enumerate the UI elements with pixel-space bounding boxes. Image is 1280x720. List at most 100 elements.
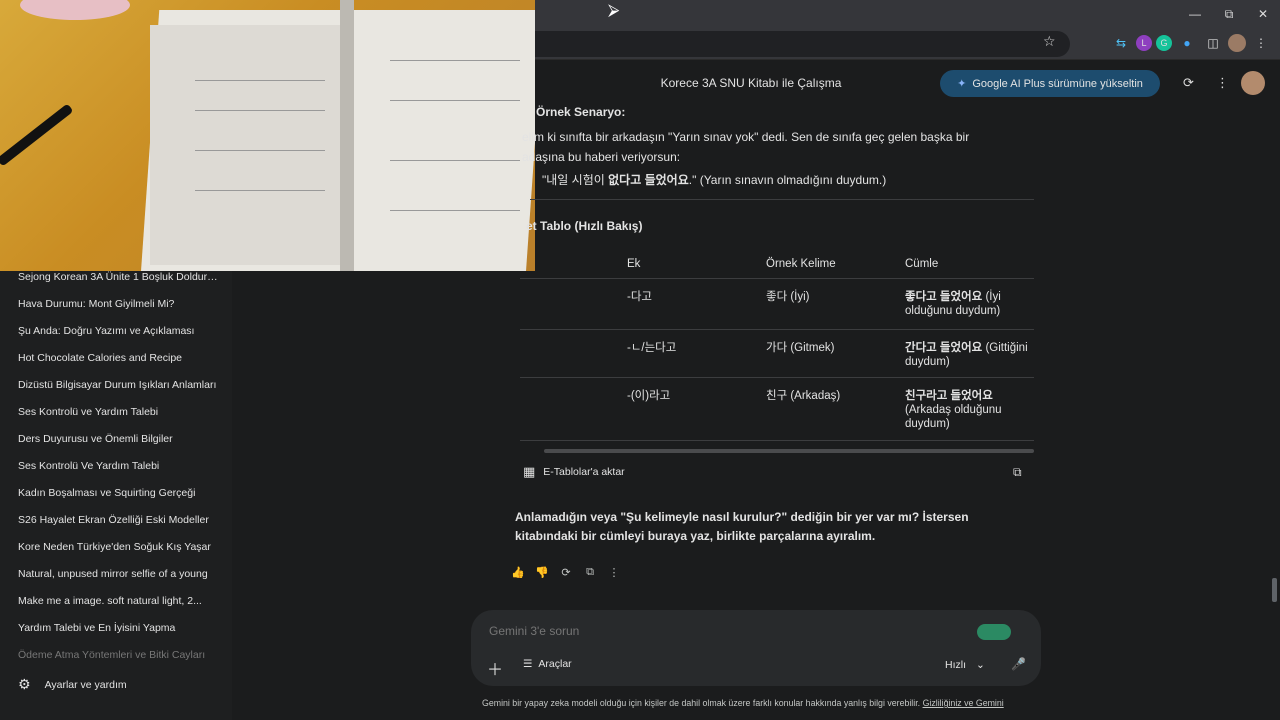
quote-post: ." (Yarın sınavın olmadığını duydum.) xyxy=(688,173,887,187)
sidebar-item-chat[interactable]: Ses Kontrolü ve Yardım Talebi xyxy=(18,401,218,423)
table-cell xyxy=(520,277,627,329)
export-label: E-Tablolar'a aktar xyxy=(543,466,625,478)
extension-translate-icon[interactable]: ⇆ xyxy=(1110,32,1132,54)
sidebar-item-chat[interactable]: Hot Chocolate Calories and Recipe xyxy=(18,347,218,369)
upgrade-button[interactable]: ✦ Google AI Plus sürümüne yükseltin xyxy=(940,70,1160,97)
restore-icon[interactable]: ⧉ xyxy=(1212,0,1246,28)
sliders-icon: ☰ xyxy=(523,658,533,670)
sidebar-item-chat[interactable]: S26 Hayalet Ekran Özelliği Eski Modeller xyxy=(18,509,218,531)
followup-question: Anlamadığın veya "Şu kelimeyle nasıl kur… xyxy=(515,510,969,543)
quote-pre: "내일 시험이 xyxy=(542,173,609,187)
page-line xyxy=(195,190,325,191)
privacy-link[interactable]: Gizliliğiniz ve Gemini xyxy=(923,698,1004,708)
sidebar-item-chat[interactable]: Kadın Boşalması ve Squirting Gerçeği xyxy=(18,482,218,504)
grammarly-badge-icon[interactable] xyxy=(977,624,1011,640)
close-icon[interactable]: ✕ xyxy=(1246,0,1280,28)
scenario-text: elim ki sınıfta bir arkadaşın "Yarın sın… xyxy=(522,130,970,164)
sentence-bold: 좋다고 들었어요 xyxy=(905,290,983,303)
table-heading: et Tablo (Hızlı Bakış) xyxy=(526,219,643,233)
table-cell: -다고 xyxy=(627,277,766,329)
video-overlay xyxy=(0,0,535,271)
disclaimer-text: Gemini bir yapay zeka modeli olduğu için… xyxy=(482,698,921,708)
extension-purple-icon[interactable]: L xyxy=(1136,35,1152,51)
sidebar-item-chat[interactable]: Yardım Talebi ve En İyisini Yapma xyxy=(18,617,218,639)
sidebar-item-chat[interactable]: Dizüstü Bilgisayar Durum Işıkları Anlaml… xyxy=(18,374,218,396)
table-scrollbar[interactable] xyxy=(544,449,1034,453)
extension-icons: ⇆ L G ● ◫ ⋮ xyxy=(1110,32,1272,54)
table-bottom-border xyxy=(520,440,1034,441)
share-icon[interactable]: ⟳ xyxy=(1183,75,1194,91)
prompt-box: ＋ ☰ Araçlar Hızlı ⌄ 🎤 xyxy=(471,610,1041,686)
export-to-sheets-button[interactable]: ▦ E-Tablolar'a aktar xyxy=(523,464,625,480)
thumbs-up-icon[interactable]: 👍 xyxy=(509,564,527,580)
page-line xyxy=(195,80,325,81)
extension-blue-icon[interactable]: ● xyxy=(1176,32,1198,54)
add-icon[interactable]: ＋ xyxy=(487,656,503,680)
tools-label: Araçlar xyxy=(538,658,572,670)
pen-image xyxy=(0,103,74,167)
grammarly-icon[interactable]: G xyxy=(1156,35,1172,51)
sidebar-item-chat[interactable]: Kore Neden Türkiye'den Soğuk Kış Yaşar xyxy=(18,536,218,558)
table-cell: 친구 (Arkadaş) xyxy=(766,376,905,439)
more-options-icon[interactable]: ⋮ xyxy=(1216,75,1229,91)
sidebar-item-chat[interactable]: Ders Duyurusu ve Önemli Bilgiler xyxy=(18,428,218,450)
sidebar-item-chat[interactable]: Ses Kontrolü Ve Yardım Talebi xyxy=(18,455,218,477)
scenario-heading: Örnek Senaryo: xyxy=(536,105,626,119)
disclaimer: Gemini bir yapay zeka modeli olduğu için… xyxy=(482,698,1004,708)
mode-selector[interactable]: Hızlı ⌄ xyxy=(945,659,985,671)
sparkle-icon: ✦ xyxy=(957,78,967,90)
table-header-empty xyxy=(520,250,627,278)
menu-dots-icon[interactable]: ⋮ xyxy=(1250,32,1272,54)
table-cell: -(이)라고 xyxy=(627,376,766,439)
table-icon: ▦ xyxy=(523,464,536,479)
table-header-cell: Örnek Kelime xyxy=(766,257,836,270)
table-cell: 좋다 (İyi) xyxy=(766,277,905,329)
sidebar-item-chat[interactable]: Hava Durumu: Mont Giyilmeli Mi? xyxy=(18,293,218,315)
table-row: -(이)라고 친구 (Arkadaş) 친구라고 들었어요 (Arkadaş o… xyxy=(520,376,1034,439)
table-cell: 간다고 들었어요 (Gittiğini duydum) xyxy=(905,328,1034,377)
sentence-rest: (Arkadaş olduğunu duydum) xyxy=(905,403,1002,430)
sentence-bold: 친구라고 들었어요 xyxy=(905,389,993,402)
table-row: -ㄴ/는다고 가다 (Gitmek) 간다고 들었어요 (Gittiğini d… xyxy=(520,328,1034,377)
regenerate-icon[interactable]: ⟳ xyxy=(557,564,575,580)
chevron-down-icon: ⌄ xyxy=(976,659,985,671)
page-line xyxy=(195,150,325,151)
table-cell: 가다 (Gitmek) xyxy=(766,328,905,377)
puzzle-icon[interactable]: ◫ xyxy=(1202,32,1224,54)
prompt-input[interactable] xyxy=(489,624,929,638)
more-icon[interactable]: ⋮ xyxy=(605,564,623,580)
copy-icon[interactable]: ⧉ xyxy=(581,564,599,580)
sidebar-item-chat[interactable]: Şu Anda: Doğru Yazımı ve Açıklaması xyxy=(18,320,218,342)
sidebar-item-chat[interactable]: Natural, unpused mirror selfie of a youn… xyxy=(18,563,218,585)
table-cell: 친구라고 들었어요 (Arkadaş olduğunu duydum) xyxy=(905,376,1034,439)
avatar[interactable] xyxy=(1241,71,1265,95)
page-line xyxy=(195,110,325,111)
window-controls: — ⧉ ✕ xyxy=(1178,0,1280,28)
table-cell xyxy=(520,328,627,377)
microphone-icon[interactable]: 🎤 xyxy=(1011,657,1026,671)
mouse-cursor-icon: ⮚ xyxy=(608,2,620,19)
upgrade-label: Google AI Plus sürümüne yükseltin xyxy=(972,77,1143,90)
settings-and-help[interactable]: ⚙ Ayarlar ve yardım xyxy=(18,676,127,693)
table-cell xyxy=(520,376,627,439)
video-blob xyxy=(20,0,130,20)
page-line xyxy=(390,100,520,101)
tools-button[interactable]: ☰ Araçlar xyxy=(523,658,572,670)
settings-label: Ayarlar ve yardım xyxy=(44,678,127,691)
textbook-left-page xyxy=(150,25,350,265)
example-quote: "내일 시험이 없다고 들었어요." (Yarın sınavın olmadı… xyxy=(542,171,886,188)
sidebar-item-chat[interactable]: Ödeme Atma Yöntemleri ve Bitki Cayları xyxy=(18,644,218,666)
table-cell: 좋다고 들었어요 (İyi olduğunu duydum) xyxy=(905,277,1034,329)
sidebar-item-chat[interactable]: Make me a image. soft natural light, 2..… xyxy=(18,590,218,612)
textbook-spine xyxy=(340,0,354,271)
bookmark-star-icon[interactable]: ☆ xyxy=(1043,33,1056,50)
page-scrollbar[interactable] xyxy=(1272,578,1277,602)
profile-icon[interactable] xyxy=(1228,34,1246,52)
conversation-title: Korece 3A SNU Kitabı ile Çalışma xyxy=(660,76,842,90)
response-actions: 👍 👎 ⟳ ⧉ ⋮ xyxy=(509,564,623,580)
minimize-icon[interactable]: — xyxy=(1178,0,1212,28)
grammar-table: Ek Örnek Kelime Cümle -다고 좋다 (İyi) 좋다고 들… xyxy=(520,250,1034,439)
copy-table-icon[interactable]: ⧉ xyxy=(1013,465,1022,480)
table-header-cell: Ek xyxy=(627,257,641,270)
thumbs-down-icon[interactable]: 👎 xyxy=(533,564,551,580)
